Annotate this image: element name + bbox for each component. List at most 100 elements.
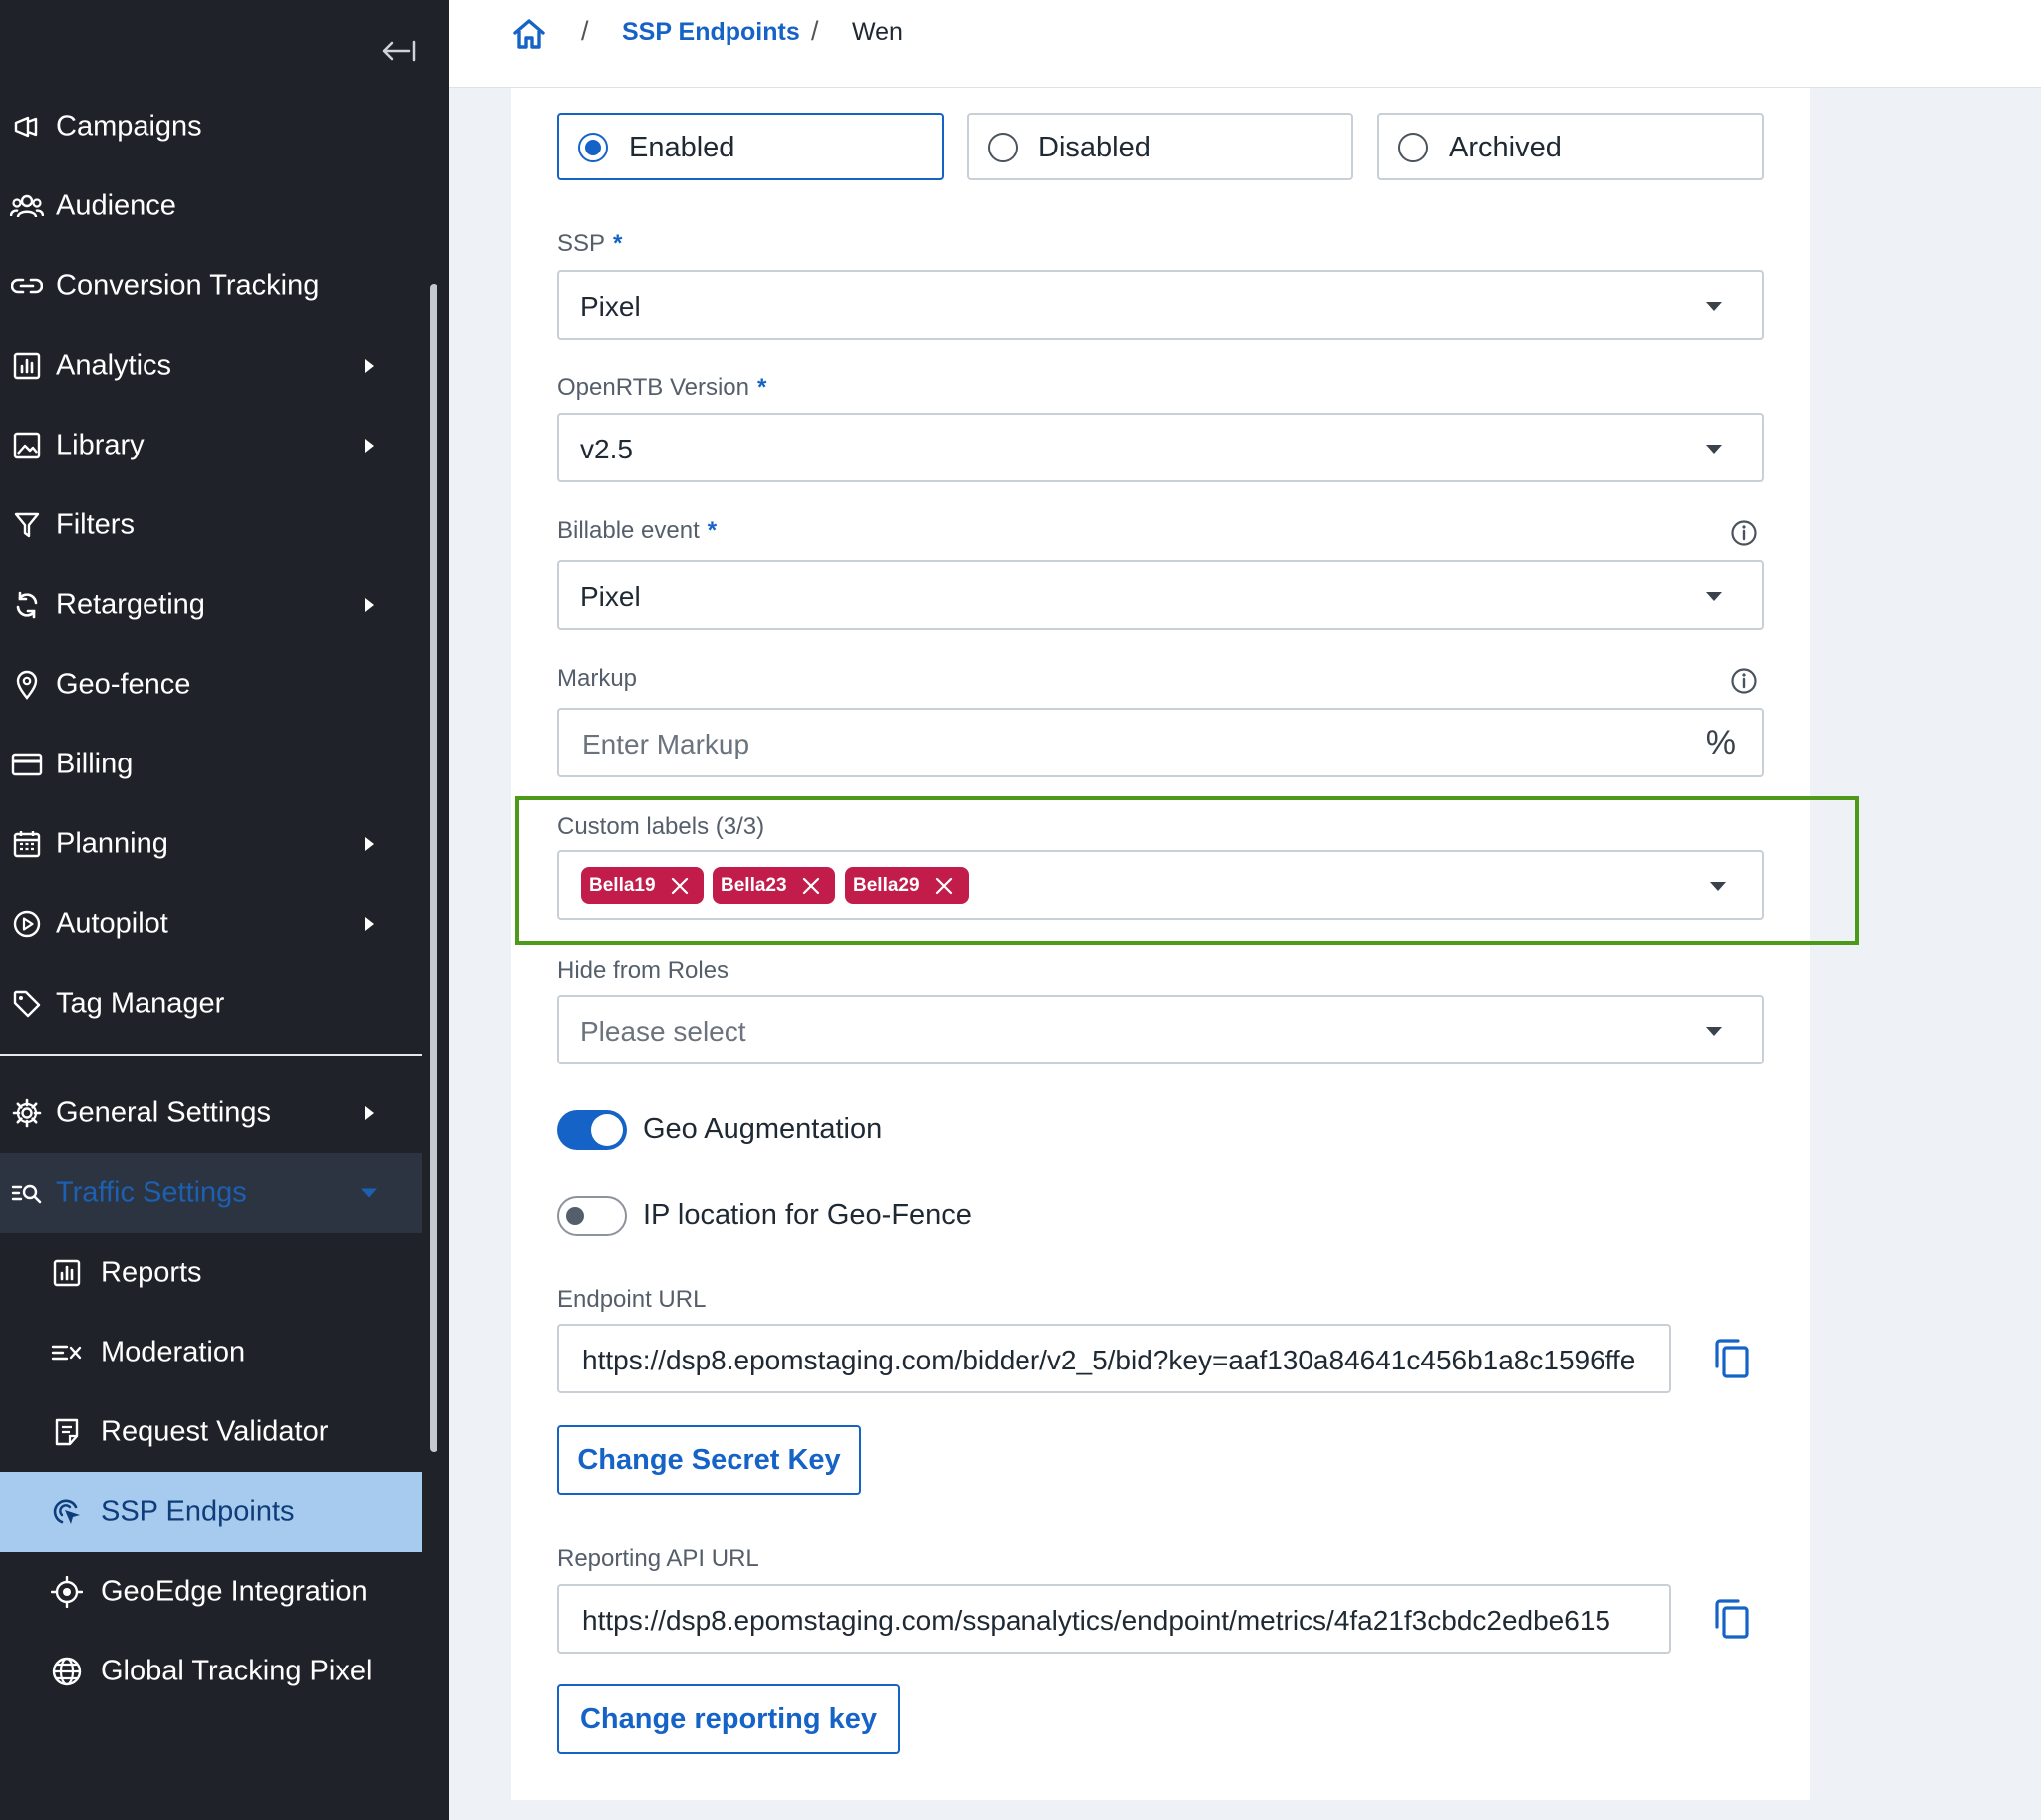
sidebar-item-label: Campaigns <box>56 110 202 143</box>
sidebar-item-filters[interactable]: Filters <box>0 485 422 565</box>
sidebar-item-moderation[interactable]: Moderation <box>0 1313 422 1392</box>
breadcrumb: / SSP Endpoints / Wen <box>449 0 2041 88</box>
percent-icon: % <box>1705 724 1736 761</box>
geo-augmentation-label: Geo Augmentation <box>643 1113 883 1145</box>
sidebar-item-conversion-tracking[interactable]: Conversion Tracking <box>0 246 422 326</box>
chevron-down-icon <box>1706 302 1722 311</box>
sidebar-item-label: SSP Endpoints <box>101 1495 295 1528</box>
users-icon <box>10 189 44 223</box>
arrow-left-bar-icon <box>382 40 416 62</box>
reporting-api-url-label: Reporting API URL <box>557 1545 759 1572</box>
info-icon[interactable] <box>1730 667 1758 695</box>
hide-from-roles-placeholder: Please select <box>580 1016 746 1047</box>
credit-card-icon <box>10 748 44 781</box>
endpoint-url-input[interactable]: https://dsp8.epomstaging.com/bidder/v2_5… <box>557 1324 1671 1393</box>
sidebar-item-label: Autopilot <box>56 907 168 940</box>
sidebar-item-reports[interactable]: Reports <box>0 1233 422 1313</box>
refresh-icon <box>10 588 44 622</box>
sidebar-item-general-settings[interactable]: General Settings <box>0 1073 422 1153</box>
reporting-api-url-input[interactable]: https://dsp8.epomstaging.com/sspanalytic… <box>557 1584 1671 1654</box>
sidebar-item-ssp-endpoints[interactable]: SSP Endpoints <box>0 1472 422 1552</box>
breadcrumb-current: Wen <box>852 18 903 46</box>
breadcrumb-ssp-endpoints-link[interactable]: SSP Endpoints <box>622 18 800 47</box>
status-archived-radio[interactable]: Archived <box>1377 113 1764 180</box>
info-icon[interactable] <box>1730 519 1758 547</box>
sidebar-item-label: Tag Manager <box>56 987 225 1020</box>
image-icon <box>10 429 44 462</box>
breadcrumb-home[interactable] <box>511 16 547 52</box>
remove-chip-icon[interactable] <box>934 876 954 896</box>
chevron-down-icon <box>1706 445 1722 454</box>
caret-right-icon <box>365 439 374 453</box>
gear-icon <box>10 1096 44 1130</box>
sidebar-item-planning[interactable]: Planning <box>0 804 422 884</box>
chevron-down-icon <box>1706 592 1722 601</box>
remove-chip-icon[interactable] <box>801 876 821 896</box>
tag-icon <box>10 987 44 1021</box>
home-icon <box>513 19 545 49</box>
custom-label-chip: Bella23 <box>713 867 835 904</box>
copy-icon[interactable] <box>1712 1597 1752 1641</box>
sidebar: Campaigns Audience Conversion Tracking A… <box>0 0 449 1820</box>
map-pin-icon <box>10 668 44 702</box>
sidebar-item-audience[interactable]: Audience <box>0 166 422 246</box>
sidebar-item-analytics[interactable]: Analytics <box>0 326 422 406</box>
moderation-icon <box>50 1336 84 1369</box>
remove-chip-icon[interactable] <box>670 876 690 896</box>
caret-right-icon <box>365 917 374 931</box>
custom-label-chip: Bella29 <box>845 867 969 904</box>
openrtb-version-select[interactable]: v2.5 <box>557 413 1764 482</box>
globe-icon <box>50 1655 84 1688</box>
chevron-down-icon <box>1706 1027 1722 1036</box>
chip-label: Bella29 <box>853 874 920 896</box>
breadcrumb-separator: / <box>581 16 589 46</box>
sidebar-item-library[interactable]: Library <box>0 406 422 485</box>
ssp-value: Pixel <box>580 291 641 322</box>
ip-location-toggle[interactable] <box>557 1196 627 1236</box>
sidebar-item-campaigns[interactable]: Campaigns <box>0 87 422 166</box>
sidebar-item-global-tracking-pixel[interactable]: Global Tracking Pixel <box>0 1632 422 1711</box>
billable-event-select[interactable]: Pixel <box>557 560 1764 630</box>
crosshair-icon <box>50 1575 84 1609</box>
sidebar-item-label: GeoEdge Integration <box>101 1575 368 1608</box>
reporting-api-url-value: https://dsp8.epomstaging.com/sspanalytic… <box>582 1605 1610 1636</box>
sidebar-item-request-validator[interactable]: Request Validator <box>0 1392 422 1472</box>
megaphone-icon <box>10 110 44 144</box>
radio-label: Disabled <box>1038 132 1151 163</box>
radio-label: Archived <box>1449 132 1562 163</box>
sidebar-item-tag-manager[interactable]: Tag Manager <box>0 964 422 1044</box>
copy-icon[interactable] <box>1712 1337 1752 1380</box>
sidebar-item-label: Traffic Settings <box>56 1176 247 1209</box>
status-disabled-radio[interactable]: Disabled <box>967 113 1353 180</box>
report-icon <box>50 1256 84 1290</box>
sidebar-item-label: Library <box>56 429 145 461</box>
sidebar-item-label: Global Tracking Pixel <box>101 1655 373 1687</box>
sidebar-item-label: Billing <box>56 748 134 780</box>
collapse-sidebar-button[interactable] <box>377 36 421 66</box>
sidebar-item-geo-fence[interactable]: Geo-fence <box>0 645 422 725</box>
document-icon <box>50 1415 84 1449</box>
sidebar-item-traffic-settings[interactable]: Traffic Settings <box>0 1153 422 1233</box>
chip-label: Bella19 <box>589 874 656 896</box>
sidebar-scrollbar[interactable] <box>430 284 437 1452</box>
sidebar-item-label: Filters <box>56 508 135 541</box>
radio-label: Enabled <box>629 132 735 163</box>
sidebar-item-retargeting[interactable]: Retargeting <box>0 565 422 645</box>
sidebar-item-billing[interactable]: Billing <box>0 725 422 804</box>
sidebar-item-geoedge-integration[interactable]: GeoEdge Integration <box>0 1552 422 1632</box>
status-enabled-radio[interactable]: Enabled <box>557 113 944 180</box>
sidebar-item-label: Request Validator <box>101 1415 329 1448</box>
target-cursor-icon <box>50 1495 84 1529</box>
ssp-select[interactable]: Pixel <box>557 270 1764 340</box>
markup-placeholder: Enter Markup <box>582 729 750 759</box>
markup-input[interactable]: Enter Markup % <box>557 708 1764 777</box>
hide-from-roles-label: Hide from Roles <box>557 957 729 984</box>
sidebar-item-label: Planning <box>56 827 168 860</box>
geo-augmentation-toggle[interactable] <box>557 1110 627 1150</box>
hide-from-roles-select[interactable]: Please select <box>557 995 1764 1064</box>
change-secret-key-button[interactable]: Change Secret Key <box>557 1425 861 1495</box>
sidebar-item-label: Analytics <box>56 349 172 382</box>
sidebar-item-label: Retargeting <box>56 588 205 621</box>
change-reporting-key-button[interactable]: Change reporting key <box>557 1684 900 1754</box>
sidebar-item-autopilot[interactable]: Autopilot <box>0 884 422 964</box>
